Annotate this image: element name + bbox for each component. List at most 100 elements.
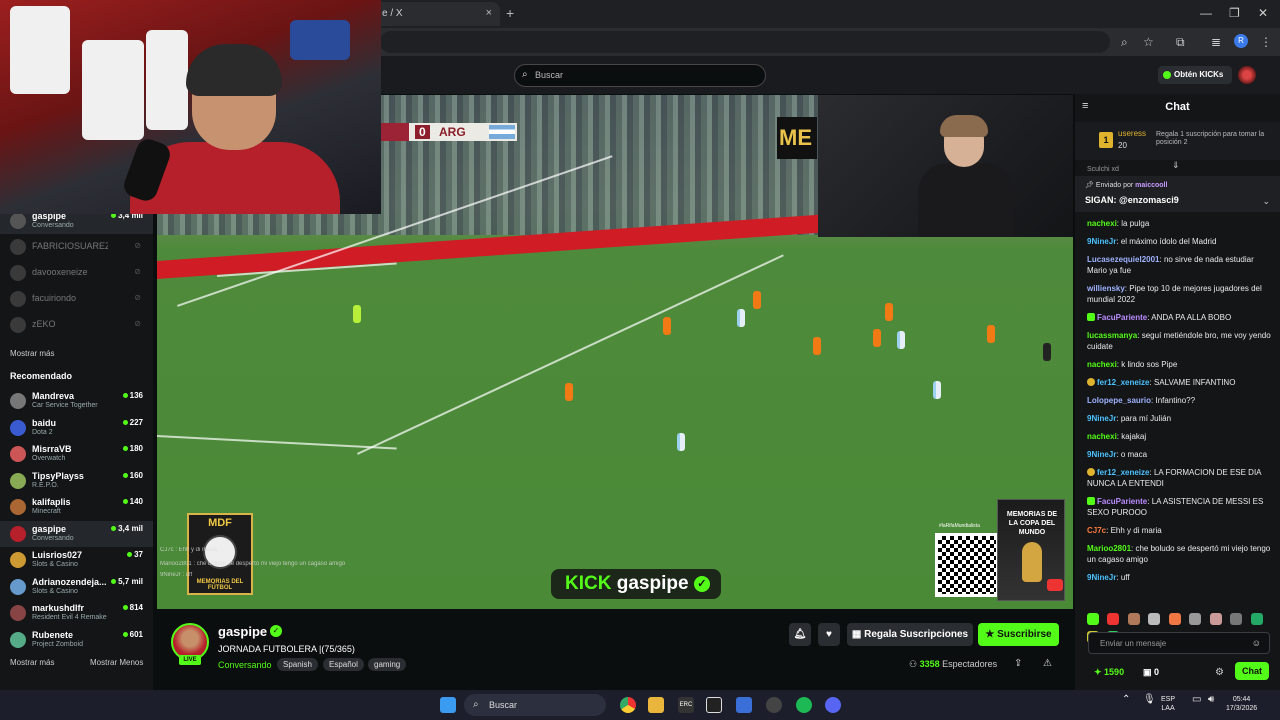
address-bar[interactable] [380,31,1110,53]
chat-username[interactable]: nachexi [1087,219,1117,228]
stream-category[interactable]: Conversando [218,660,272,670]
chrome-icon[interactable] [620,697,636,713]
chat-username[interactable]: Lucasezequiel2001 [1087,255,1159,264]
pinned-message[interactable]: 📌︎ Enviado por maiccooll SIGAN: @enzomas… [1075,176,1280,212]
tag-spanish[interactable]: Spanish [277,658,318,671]
viewer-count-value: 814 [129,603,143,612]
chat-username[interactable]: Marioo2801 [1087,544,1131,553]
chevron-down-icon[interactable]: ⌄ [1262,196,1270,207]
emote[interactable] [1209,613,1222,625]
sidebar-item-markushdlfr[interactable]: markushdlfr Resident Evil 4 Remake 814 [0,600,153,626]
emote[interactable] [1127,613,1140,625]
new-tab-button[interactable]: + [506,5,514,21]
chat-username[interactable]: FacuPariente [1097,497,1147,506]
browser-menu-icon[interactable]: ⋮ [1260,35,1272,49]
language-indicator[interactable]: ESP LAA [1161,695,1175,713]
sidebar-item-rubenete[interactable]: Rubenete Project Zomboid 601 [0,627,153,653]
chat-username[interactable]: fer12_xeneize [1097,378,1149,387]
browser-profile-avatar[interactable]: R [1234,34,1248,48]
chat-username[interactable]: fer12_xeneize [1097,468,1149,477]
share-icon[interactable]: ⇪ [1014,658,1022,669]
show-more-recommended[interactable]: Mostrar más [10,658,54,667]
send-chat-button[interactable]: Chat [1235,662,1269,680]
chat-username[interactable]: nachexi [1087,432,1117,441]
emote[interactable] [1189,613,1202,625]
bookmark-star-icon[interactable]: ☆ [1143,35,1154,49]
volume-icon[interactable]: 🔊︎ [1208,695,1214,705]
sidebar-item-baidu[interactable]: baidu Dota 2 227 [0,415,153,441]
channel-points[interactable]: ✦ 1590 [1094,667,1124,678]
chat-username[interactable]: 9NineJr [1087,237,1116,246]
follow-button[interactable]: ♥ [818,623,840,646]
obs-icon[interactable] [766,697,782,713]
maximize-icon[interactable]: ❐ [1229,6,1240,20]
emote[interactable] [1087,613,1099,625]
emote[interactable] [1148,613,1161,625]
extensions-icon[interactable]: ⧉ [1176,35,1185,50]
sidebar-item-tipsyplayss[interactable]: TipsyPlayss R.E.P.O. 160 [0,468,153,494]
sidebar-item-luisrios027[interactable]: Luisrios027 Slots & Casino 37 [0,547,153,573]
gift-subs-button[interactable]: ▦ Regala Suscripciones [847,623,973,646]
browser-tab[interactable]: e / X × [372,2,500,26]
notifications-button[interactable]: 🔔︎ [789,623,811,646]
tag-espanol[interactable]: Español [323,658,364,671]
sidebar-item-misrravb[interactable]: MisrraVB Overwatch 180 [0,441,153,467]
taskbar-search[interactable]: ⌕ Buscar [464,694,606,716]
emote[interactable] [1107,613,1120,625]
chat-username[interactable]: lucassmanya [1087,331,1137,340]
gift-points[interactable]: ▣ 0 [1143,667,1159,678]
search-input[interactable]: ⌕ Buscar [514,64,766,87]
zoom-icon[interactable]: ⌕ [1121,35,1128,50]
clock[interactable]: 05:44 17/3/2026 [1226,695,1257,713]
chat-username[interactable]: 9NineJr [1087,414,1116,423]
chat-settings-icon[interactable]: ⚙ [1215,667,1224,678]
app-icon[interactable] [736,697,752,713]
emote[interactable] [1230,613,1243,625]
show-less-recommended[interactable]: Mostrar Menos [90,658,143,667]
tag-gaming[interactable]: gaming [368,658,407,671]
get-kicks-button[interactable]: Obtén KICKs [1158,66,1232,84]
spotify-icon[interactable] [796,697,812,713]
tab-close-icon[interactable]: × [486,7,492,19]
gifter-name[interactable]: useress [1118,129,1146,138]
channel-name[interactable]: gaspipe [218,624,267,639]
chat-username[interactable]: FacuPariente [1097,313,1147,322]
sidebar-item-category: Overwatch [32,455,66,462]
microphone-icon[interactable]: 🎙︎ [1143,695,1156,705]
chat-text: SALVAME INFANTINO [1153,378,1236,387]
chat-message-input[interactable]: Enviar un mensaje ☺ [1088,632,1270,654]
emote[interactable] [1168,613,1181,625]
chat-username[interactable]: CJ7c [1087,526,1106,535]
erc-app-icon[interactable]: ERC [678,697,694,713]
sidebar-item-gaspipe[interactable]: gaspipe Conversando 3,4 mil [0,520,153,547]
windows-taskbar: ⌕ Buscar ERC ⌃ 🎙︎ ESP LAA ▭ 🔊︎ 05:44 17/… [0,690,1280,720]
expand-gifters-icon[interactable]: ⇓ [1172,160,1180,171]
capcut-icon[interactable] [706,697,722,713]
discord-icon[interactable] [825,697,841,713]
network-icon[interactable]: ▭ [1192,695,1201,705]
sidebar-item-adrianozendeja[interactable]: Adrianozendeja... Slots & Casino 5,7 mil [0,574,153,600]
reading-list-icon[interactable]: ≣ [1211,35,1221,49]
report-icon[interactable]: ⚠ [1043,658,1052,669]
chat-username[interactable]: nachexi [1087,360,1117,369]
sidebar-item-fabriciosuarezpdc[interactable]: FABRICIOSUAREZPDC ⊘ [0,234,153,260]
chat-username[interactable]: 9NineJr [1087,573,1116,582]
sidebar-item-facuiriondo[interactable]: facuiriondo ⊘ [0,286,153,312]
sidebar-item-mandreva[interactable]: Mandreva Car Service Together 136 [0,388,153,414]
sidebar-item-davooxeneize[interactable]: davooxeneize ⊘ [0,260,153,286]
show-more-following[interactable]: Mostrar más [10,349,54,358]
subscribe-button[interactable]: ★ Suscribirse [978,623,1059,646]
chat-username[interactable]: Lolopepe_saurio [1087,396,1151,405]
chat-username[interactable]: 9NineJr [1087,450,1116,459]
emote[interactable] [1250,613,1263,625]
minimize-icon[interactable]: — [1200,6,1212,20]
chat-username[interactable]: williensky [1087,284,1125,293]
user-avatar[interactable] [1238,66,1256,84]
sidebar-item-zeko[interactable]: zEKO ⊘ [0,312,153,338]
emoji-icon[interactable]: ☺ [1252,638,1261,648]
tray-chevron-icon[interactable]: ⌃ [1122,695,1130,705]
windows-start-icon[interactable] [440,697,456,713]
sidebar-item-kalifaplis[interactable]: kalifaplis Minecraft 140 [0,494,153,520]
file-explorer-icon[interactable] [648,697,664,713]
close-window-icon[interactable]: ✕ [1258,6,1268,20]
